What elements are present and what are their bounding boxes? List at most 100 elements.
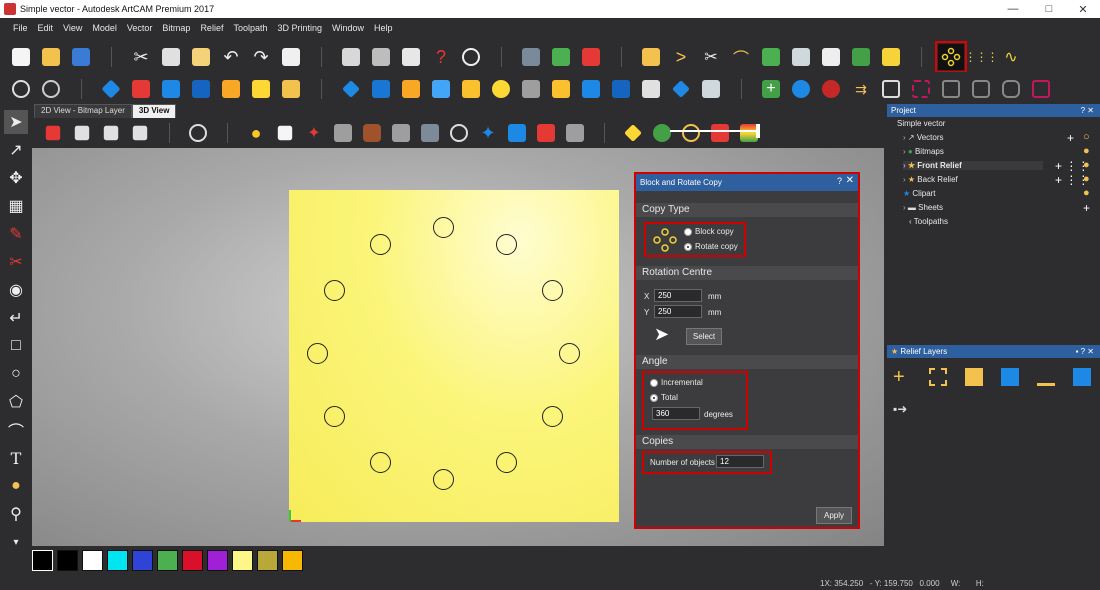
block-rotate-copy-button[interactable] — [935, 41, 967, 73]
maximize-button[interactable]: □ — [1032, 0, 1066, 18]
align-button[interactable] — [338, 44, 364, 70]
node-edit-button[interactable]: ∿ — [998, 44, 1024, 70]
rotate-copy-option[interactable]: Rotate copy — [684, 242, 738, 251]
new-file-button[interactable] — [8, 44, 34, 70]
menu-bitmap[interactable]: Bitmap — [157, 23, 195, 33]
cube-view-1[interactable] — [40, 120, 66, 146]
color-swatch-purple[interactable] — [207, 550, 228, 571]
vector-circle[interactable] — [559, 343, 580, 364]
color-swatch-green[interactable] — [157, 550, 178, 571]
tab-3d-view[interactable]: 3D View — [131, 104, 177, 118]
grid-button[interactable] — [398, 44, 424, 70]
relief-shape-3[interactable] — [188, 76, 214, 102]
cube-view-2[interactable] — [69, 120, 95, 146]
save-button[interactable] — [68, 44, 94, 70]
layers-view-3[interactable] — [562, 120, 588, 146]
intersect-button[interactable] — [818, 44, 844, 70]
menu-vector[interactable]: Vector — [122, 23, 158, 33]
paste-button[interactable] — [188, 44, 214, 70]
rotate-copy-radio[interactable] — [684, 242, 692, 251]
arc-tool[interactable]: ⌒ — [4, 418, 28, 442]
vector-circle[interactable] — [542, 280, 564, 301]
select-layer-icon[interactable] — [929, 368, 947, 386]
zoom-button[interactable] — [8, 76, 34, 102]
drop-tool[interactable]: ● — [4, 474, 28, 498]
cut-button[interactable]: ✂ — [128, 44, 154, 70]
layer-move-icon[interactable]: ▪➜ — [893, 402, 907, 416]
relief-tool-7[interactable] — [428, 76, 454, 102]
relief-shape-2[interactable] — [158, 76, 184, 102]
axes-button[interactable]: ✦ — [301, 120, 327, 146]
relief-tool-4[interactable] — [338, 76, 364, 102]
tree-item-back-relief[interactable]: › ★ Back Relief — [903, 175, 958, 184]
yellow-plane[interactable] — [620, 120, 646, 146]
lightbulb-icon[interactable]: ○ — [1083, 131, 1090, 143]
eraser-tool[interactable]: ✂ — [4, 250, 28, 274]
menu-toolpath[interactable]: Toolpath — [228, 23, 272, 33]
block-button[interactable] — [330, 120, 356, 146]
polygon-tool[interactable]: ⬠ — [4, 390, 28, 414]
relief-tool-17[interactable] — [788, 76, 814, 102]
star-view[interactable]: ✦ — [475, 120, 501, 146]
layer-star-icon[interactable] — [1073, 368, 1091, 386]
total-radio[interactable] — [650, 393, 658, 402]
plane-button[interactable] — [272, 120, 298, 146]
relief-tool-11[interactable] — [548, 76, 574, 102]
minimize-button[interactable]: — — [996, 0, 1030, 18]
panel-controls-icon[interactable]: ▪ ? ✕ — [1076, 345, 1094, 358]
panel-controls-icon[interactable]: ? ✕ — [1081, 104, 1094, 117]
vector-circle[interactable] — [323, 280, 345, 301]
relief-tool-9[interactable] — [488, 76, 514, 102]
circle-tool[interactable]: ○ — [4, 362, 28, 386]
add-vector-icon[interactable]: + — [1067, 131, 1074, 145]
color-swatch-red[interactable] — [182, 550, 203, 571]
relief-tool-20[interactable] — [878, 76, 904, 102]
menu-help[interactable]: Help — [369, 23, 398, 33]
block-copy-option[interactable]: Block copy — [684, 227, 734, 236]
menu-view[interactable]: View — [58, 23, 87, 33]
menu-file[interactable]: File — [8, 23, 33, 33]
merge-layer-icon[interactable] — [1037, 368, 1055, 386]
relief-tool-5[interactable] — [368, 76, 394, 102]
lightbulb-icon[interactable]: ● — [1083, 173, 1090, 185]
select-view[interactable] — [446, 120, 472, 146]
cube-view-4[interactable] — [127, 120, 153, 146]
relief-shape-1[interactable] — [98, 76, 124, 102]
vector-circle[interactable] — [496, 452, 517, 474]
question-mark-button[interactable]: ? — [428, 44, 454, 70]
sim-view[interactable] — [678, 120, 704, 146]
relief-folder[interactable] — [278, 76, 304, 102]
centre-y-field[interactable]: 250 — [654, 305, 702, 318]
text-tool[interactable]: T — [4, 446, 28, 470]
vector-circle[interactable] — [542, 406, 564, 427]
lightbulb-icon[interactable]: ● — [1083, 145, 1090, 157]
color-swatch-gold[interactable] — [282, 550, 303, 571]
primary-secondary-swatch[interactable] — [32, 550, 53, 571]
relief-tool-21[interactable] — [908, 76, 934, 102]
vector-circle[interactable] — [370, 233, 391, 255]
relief-tool-19[interactable]: ⇉ — [848, 76, 874, 102]
tree-item-sheets[interactable]: › ▬ Sheets — [903, 203, 943, 212]
total-option[interactable]: Total — [650, 393, 678, 402]
select-centre-button[interactable]: Select — [686, 328, 722, 345]
measure-button[interactable] — [458, 44, 484, 70]
fillet-button[interactable]: ⌒ — [728, 44, 754, 70]
relief-eraser[interactable] — [128, 76, 154, 102]
vector-circle[interactable] — [433, 469, 454, 490]
relief-tool-24[interactable] — [998, 76, 1024, 102]
grid-tool[interactable]: ▦ — [4, 194, 28, 218]
detail-slider-knob[interactable] — [756, 124, 760, 138]
pin-tool[interactable]: ⚲ — [4, 502, 28, 526]
color-swatch-cyan[interactable] — [107, 550, 128, 571]
color-view[interactable] — [707, 120, 733, 146]
add-sheet-icon[interactable]: + — [1083, 201, 1090, 215]
close-dialog-button[interactable]: ✕ — [846, 175, 854, 186]
tab-2d-view[interactable]: 2D View - Bitmap Layer — [34, 104, 132, 118]
node-edit-tool[interactable]: ↗ — [4, 138, 28, 162]
lightbulb-icon[interactable]: ● — [1083, 159, 1090, 171]
vector-circle[interactable] — [323, 406, 345, 427]
vector-circle[interactable] — [433, 217, 454, 238]
block-copy-radio[interactable] — [684, 227, 692, 236]
material-button[interactable] — [359, 120, 385, 146]
tree-item-front-relief[interactable]: › ★ Front Relief — [903, 161, 1043, 170]
